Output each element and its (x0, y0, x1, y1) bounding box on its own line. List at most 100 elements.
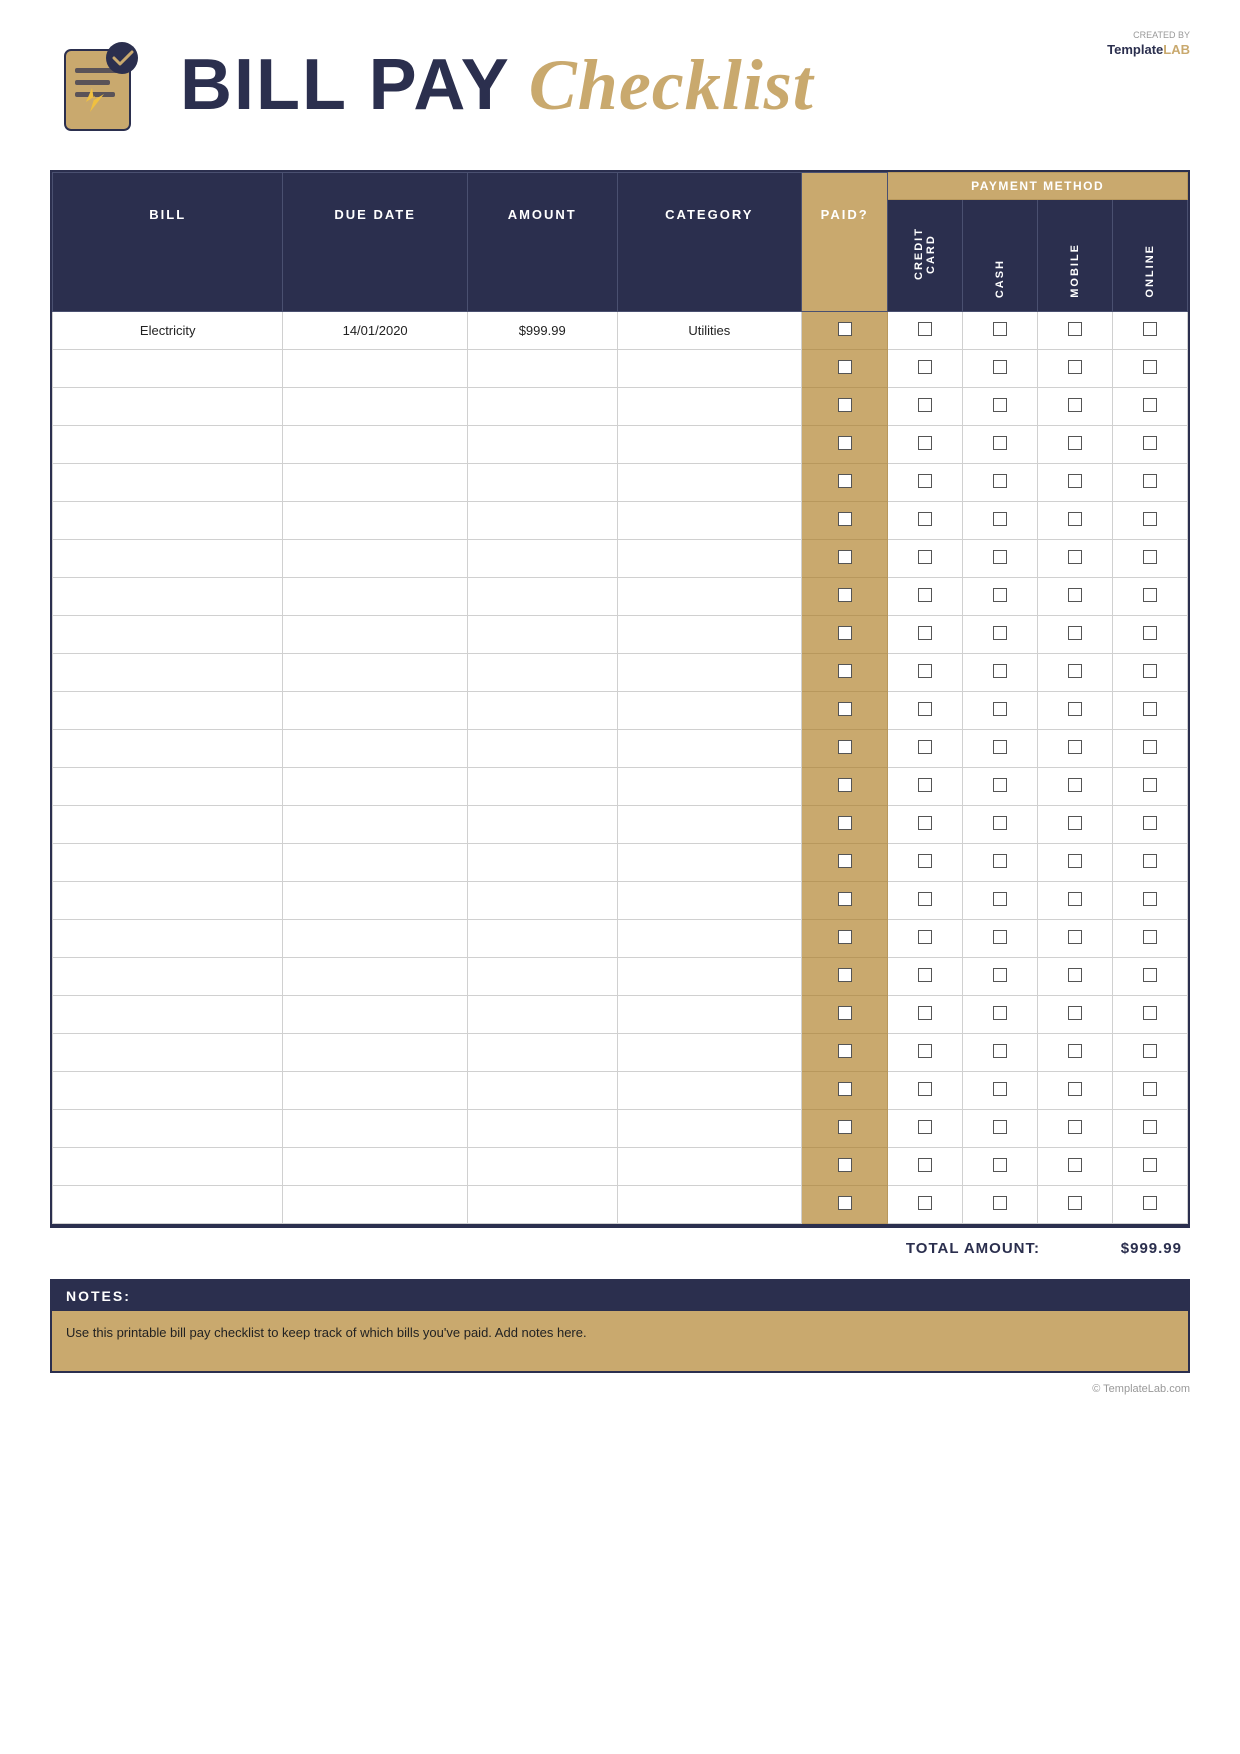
category-cell[interactable] (617, 1186, 801, 1224)
cash-checkbox[interactable] (963, 578, 1038, 616)
cash-checkbox-box[interactable] (993, 588, 1007, 602)
online-checkbox[interactable] (1113, 730, 1188, 768)
paid-checkbox-box[interactable] (838, 626, 852, 640)
cc-checkbox-box[interactable] (918, 398, 932, 412)
bill-cell[interactable] (53, 616, 283, 654)
cash-checkbox[interactable] (963, 1034, 1038, 1072)
mobile-checkbox-box[interactable] (1068, 626, 1082, 640)
paid-checkbox[interactable] (801, 616, 887, 654)
cash-checkbox[interactable] (963, 388, 1038, 426)
cash-checkbox-box[interactable] (993, 1006, 1007, 1020)
bill-cell[interactable] (53, 1186, 283, 1224)
category-cell[interactable] (617, 350, 801, 388)
mobile-checkbox-box[interactable] (1068, 512, 1082, 526)
bill-cell[interactable] (53, 1110, 283, 1148)
online-checkbox[interactable] (1113, 1186, 1188, 1224)
cc-checkbox[interactable] (888, 920, 963, 958)
amount-cell[interactable] (467, 1034, 617, 1072)
cash-checkbox[interactable] (963, 692, 1038, 730)
due-cell[interactable] (283, 388, 467, 426)
bill-cell[interactable] (53, 806, 283, 844)
online-checkbox[interactable] (1113, 540, 1188, 578)
mobile-checkbox-box[interactable] (1068, 968, 1082, 982)
mobile-checkbox-box[interactable] (1068, 702, 1082, 716)
cc-checkbox[interactable] (888, 388, 963, 426)
category-cell[interactable] (617, 654, 801, 692)
cc-checkbox-box[interactable] (918, 550, 932, 564)
bill-cell[interactable] (53, 502, 283, 540)
due-cell[interactable]: 14/01/2020 (283, 312, 467, 350)
paid-checkbox-box[interactable] (838, 1120, 852, 1134)
bill-cell[interactable] (53, 388, 283, 426)
paid-checkbox[interactable] (801, 920, 887, 958)
cash-checkbox[interactable] (963, 730, 1038, 768)
due-cell[interactable] (283, 692, 467, 730)
due-cell[interactable] (283, 768, 467, 806)
cash-checkbox-box[interactable] (993, 1120, 1007, 1134)
bill-cell[interactable] (53, 844, 283, 882)
cc-checkbox[interactable] (888, 1186, 963, 1224)
cc-checkbox-box[interactable] (918, 854, 932, 868)
paid-checkbox[interactable] (801, 350, 887, 388)
cash-checkbox[interactable] (963, 958, 1038, 996)
cc-checkbox[interactable] (888, 692, 963, 730)
mobile-checkbox-box[interactable] (1068, 664, 1082, 678)
due-cell[interactable] (283, 1186, 467, 1224)
online-checkbox-box[interactable] (1143, 398, 1157, 412)
online-checkbox-box[interactable] (1143, 740, 1157, 754)
paid-checkbox-box[interactable] (838, 398, 852, 412)
cash-checkbox[interactable] (963, 426, 1038, 464)
due-cell[interactable] (283, 730, 467, 768)
online-checkbox-box[interactable] (1143, 1006, 1157, 1020)
due-cell[interactable] (283, 882, 467, 920)
amount-cell[interactable] (467, 768, 617, 806)
due-cell[interactable] (283, 958, 467, 996)
paid-checkbox-box[interactable] (838, 702, 852, 716)
amount-cell[interactable] (467, 730, 617, 768)
online-checkbox[interactable] (1113, 692, 1188, 730)
paid-checkbox-box[interactable] (838, 664, 852, 678)
mobile-checkbox[interactable] (1038, 730, 1113, 768)
cash-checkbox[interactable] (963, 1148, 1038, 1186)
cash-checkbox[interactable] (963, 540, 1038, 578)
cc-checkbox-box[interactable] (918, 816, 932, 830)
mobile-checkbox-box[interactable] (1068, 1158, 1082, 1172)
online-checkbox[interactable] (1113, 1148, 1188, 1186)
category-cell[interactable] (617, 844, 801, 882)
category-cell[interactable]: Utilities (617, 312, 801, 350)
bill-cell[interactable] (53, 996, 283, 1034)
amount-cell[interactable] (467, 1110, 617, 1148)
online-checkbox[interactable] (1113, 388, 1188, 426)
cash-checkbox-box[interactable] (993, 740, 1007, 754)
category-cell[interactable] (617, 578, 801, 616)
category-cell[interactable] (617, 730, 801, 768)
category-cell[interactable] (617, 1034, 801, 1072)
cash-checkbox[interactable] (963, 844, 1038, 882)
mobile-checkbox[interactable] (1038, 958, 1113, 996)
mobile-checkbox-box[interactable] (1068, 1044, 1082, 1058)
cc-checkbox-box[interactable] (918, 512, 932, 526)
due-cell[interactable] (283, 350, 467, 388)
bill-cell[interactable] (53, 730, 283, 768)
cash-checkbox-box[interactable] (993, 702, 1007, 716)
paid-checkbox[interactable] (801, 958, 887, 996)
mobile-checkbox[interactable] (1038, 464, 1113, 502)
cash-checkbox[interactable] (963, 996, 1038, 1034)
paid-checkbox[interactable] (801, 996, 887, 1034)
mobile-checkbox-box[interactable] (1068, 588, 1082, 602)
due-cell[interactable] (283, 578, 467, 616)
mobile-checkbox-box[interactable] (1068, 930, 1082, 944)
cash-checkbox[interactable] (963, 312, 1038, 350)
cc-checkbox[interactable] (888, 730, 963, 768)
amount-cell[interactable] (467, 502, 617, 540)
mobile-checkbox[interactable] (1038, 578, 1113, 616)
category-cell[interactable] (617, 388, 801, 426)
paid-checkbox[interactable] (801, 1072, 887, 1110)
bill-cell[interactable] (53, 958, 283, 996)
paid-checkbox-box[interactable] (838, 854, 852, 868)
due-cell[interactable] (283, 920, 467, 958)
amount-cell[interactable] (467, 464, 617, 502)
paid-checkbox-box[interactable] (838, 474, 852, 488)
mobile-checkbox-box[interactable] (1068, 1006, 1082, 1020)
paid-checkbox-box[interactable] (838, 588, 852, 602)
